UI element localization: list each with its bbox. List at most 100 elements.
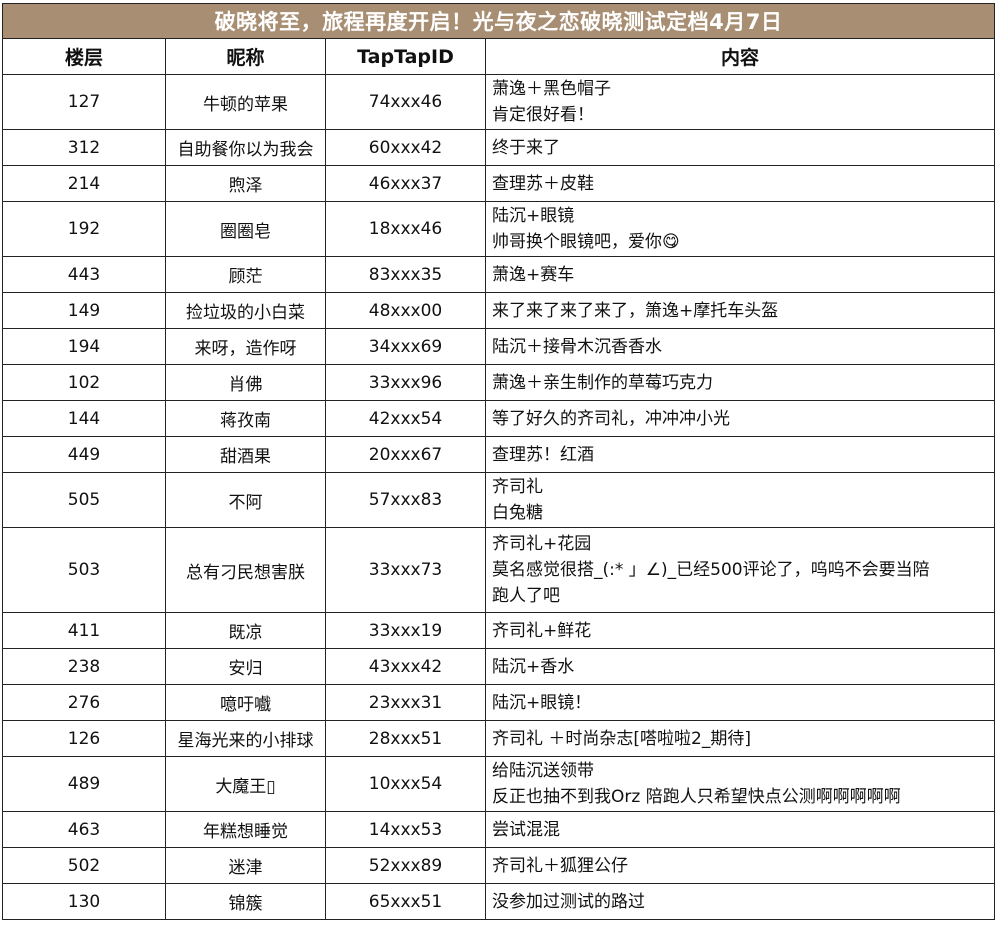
nickname-cell: 来呀，造作呀 bbox=[165, 328, 326, 365]
taptap-id-cell: 34xxx69 bbox=[325, 328, 486, 365]
nickname-cell: 大魔王▯ bbox=[165, 756, 326, 812]
content-line: 莫名感觉很搭_(:* 」∠)_已经500评论了，呜呜不会要当陪 bbox=[492, 560, 930, 580]
nickname-cell: 顾茫 bbox=[165, 256, 326, 293]
content-line: 终于来了 bbox=[492, 137, 560, 158]
content-line: 来了来了来了来了，箫逸+摩托车头盔 bbox=[492, 300, 779, 321]
content-line: 跑人了吧 bbox=[492, 586, 560, 606]
table-row: 449 甜酒果 20xxx67 查理苏！红酒 bbox=[2, 436, 995, 473]
nickname-cell: 迷津 bbox=[165, 847, 326, 884]
content-cell: 查理苏！红酒 bbox=[485, 436, 995, 473]
taptap-id-cell: 14xxx53 bbox=[325, 811, 486, 848]
nickname-cell: 蒋孜南 bbox=[165, 400, 326, 437]
table-row: 276 噫吁嚱 23xxx31 陆沉+眼镜！ bbox=[2, 684, 995, 721]
taptap-id-cell: 57xxx83 bbox=[325, 472, 486, 528]
taptap-id-cell: 83xxx35 bbox=[325, 256, 486, 293]
content-line: 没参加过测试的路过 bbox=[492, 891, 645, 912]
nickname-cell: 甜酒果 bbox=[165, 436, 326, 473]
content-line: 萧逸+赛车 bbox=[492, 264, 575, 285]
table-row: 463 年糕想睡觉 14xxx53 尝试混混 bbox=[2, 811, 995, 848]
content-line: 陆沉+眼镜 bbox=[492, 206, 575, 226]
content-cell: 给陆沉送领带 反正也抽不到我Orz 陪跑人只希望快点公测啊啊啊啊啊 bbox=[485, 756, 995, 812]
content-line: 查理苏＋皮鞋 bbox=[492, 173, 594, 194]
table-row: 149 捡垃圾的小白菜 48xxx00 来了来了来了来了，箫逸+摩托车头盔 bbox=[2, 292, 995, 329]
content-line: 陆沉＋接骨木沉香香水 bbox=[492, 336, 662, 357]
taptap-id-cell: 20xxx67 bbox=[325, 436, 486, 473]
nickname-cell: 牛顿的苹果 bbox=[165, 74, 326, 130]
nickname-cell: 安归 bbox=[165, 648, 326, 685]
content-cell: 尝试混混 bbox=[485, 811, 995, 848]
content-cell: 陆沉+眼镜帅哥换个眼镜吧，爱你😋 bbox=[485, 201, 995, 257]
floor-cell: 144 bbox=[2, 400, 166, 437]
table-row: 102 肖佛 33xxx96 萧逸＋亲生制作的草莓巧克力 bbox=[2, 364, 995, 401]
content-line: 给陆沉送领带 bbox=[492, 761, 594, 781]
content-line: 齐司礼＋狐狸公仔 bbox=[492, 855, 628, 876]
content-line: 齐司礼+花园 bbox=[492, 534, 592, 554]
floor-cell: 149 bbox=[2, 292, 166, 329]
table-row: 144 蒋孜南 42xxx54 等了好久的齐司礼，冲冲冲小光 bbox=[2, 400, 995, 437]
table-row: 503 总有刁民想害朕 33xxx73 齐司礼+花园 莫名感觉很搭_(:* 」∠)_已经… bbox=[2, 527, 995, 613]
nickname-cell: 星海光来的小排球 bbox=[165, 720, 326, 757]
content-cell: 齐司礼 白兔糖 bbox=[485, 472, 995, 528]
header-floor: 楼层 bbox=[2, 38, 166, 75]
content-cell: 齐司礼＋狐狸公仔 bbox=[485, 847, 995, 884]
floor-cell: 214 bbox=[2, 165, 166, 202]
taptap-id-cell: 33xxx73 bbox=[325, 527, 486, 613]
content-cell: 陆沉＋接骨木沉香香水 bbox=[485, 328, 995, 365]
floor-cell: 489 bbox=[2, 756, 166, 812]
table-row: 505 不阿 57xxx83 齐司礼 白兔糖 bbox=[2, 472, 995, 528]
floor-cell: 505 bbox=[2, 472, 166, 528]
table-row: 238 安归 43xxx42 陆沉+香水 bbox=[2, 648, 995, 685]
content-cell: 萧逸+赛车 bbox=[485, 256, 995, 293]
taptap-id-cell: 28xxx51 bbox=[325, 720, 486, 757]
content-cell: 等了好久的齐司礼，冲冲冲小光 bbox=[485, 400, 995, 437]
nickname-cell: 捡垃圾的小白菜 bbox=[165, 292, 326, 329]
content-line: 萧逸＋黑色帽子 bbox=[492, 79, 611, 99]
nickname-cell: 肖佛 bbox=[165, 364, 326, 401]
table-row: 502 迷津 52xxx89 齐司礼＋狐狸公仔 bbox=[2, 847, 995, 884]
floor-cell: 443 bbox=[2, 256, 166, 293]
content-cell: 终于来了 bbox=[485, 129, 995, 166]
nickname-cell: 年糕想睡觉 bbox=[165, 811, 326, 848]
floor-cell: 126 bbox=[2, 720, 166, 757]
floor-cell: 192 bbox=[2, 201, 166, 257]
content-cell: 陆沉+眼镜！ bbox=[485, 684, 995, 721]
content-line: 肯定很好看！ bbox=[492, 105, 594, 125]
content-line: 白兔糖 bbox=[492, 503, 543, 523]
table-row: 489 大魔王▯ 10xxx54 给陆沉送领带 反正也抽不到我Orz 陪跑人只希望快点公… bbox=[2, 756, 995, 812]
floor-cell: 276 bbox=[2, 684, 166, 721]
nickname-cell: 总有刁民想害朕 bbox=[165, 527, 326, 613]
taptap-id-cell: 33xxx96 bbox=[325, 364, 486, 401]
taptap-id-cell: 46xxx37 bbox=[325, 165, 486, 202]
table-row: 194 来呀，造作呀 34xxx69 陆沉＋接骨木沉香香水 bbox=[2, 328, 995, 365]
content-line: 齐司礼 ＋时尚杂志[嗒啦啦2_期待] bbox=[492, 728, 751, 749]
floor-cell: 312 bbox=[2, 129, 166, 166]
nickname-cell: 自助餐你以为我会 bbox=[165, 129, 326, 166]
floor-cell: 502 bbox=[2, 847, 166, 884]
header-nickname: 昵称 bbox=[165, 38, 326, 75]
taptap-id-cell: 18xxx46 bbox=[325, 201, 486, 257]
nickname-cell: 煦泽 bbox=[165, 165, 326, 202]
table-row: 443 顾茫 83xxx35 萧逸+赛车 bbox=[2, 256, 995, 293]
content-line: 陆沉+眼镜！ bbox=[492, 692, 592, 713]
floor-cell: 194 bbox=[2, 328, 166, 365]
content-cell: 齐司礼 ＋时尚杂志[嗒啦啦2_期待] bbox=[485, 720, 995, 757]
content-line: 帅哥换个眼镜吧，爱你😋 bbox=[492, 232, 680, 252]
comment-table: 破晓将至，旅程再度开启！光与夜之恋破晓测试定档4月7日 楼层 昵称 TapTap… bbox=[2, 3, 995, 920]
floor-cell: 411 bbox=[2, 612, 166, 649]
nickname-cell: 不阿 bbox=[165, 472, 326, 528]
content-cell: 萧逸＋亲生制作的草莓巧克力 bbox=[485, 364, 995, 401]
floor-cell: 238 bbox=[2, 648, 166, 685]
taptap-id-cell: 43xxx42 bbox=[325, 648, 486, 685]
taptap-id-cell: 65xxx51 bbox=[325, 883, 486, 920]
nickname-cell: 既凉 bbox=[165, 612, 326, 649]
header-taptap-id: TapTapID bbox=[325, 38, 486, 75]
content-line: 等了好久的齐司礼，冲冲冲小光 bbox=[492, 408, 730, 429]
floor-cell: 127 bbox=[2, 74, 166, 130]
table-row: 192 圈圈皂 18xxx46 陆沉+眼镜 帅哥换个眼镜吧，爱你😋 bbox=[2, 201, 995, 257]
table-row: 130 锦簇 65xxx51 没参加过测试的路过 bbox=[2, 883, 995, 920]
taptap-id-cell: 60xxx42 bbox=[325, 129, 486, 166]
content-cell: 萧逸＋黑色帽子 肯定很好看！ bbox=[485, 74, 995, 130]
taptap-id-cell: 74xxx46 bbox=[325, 74, 486, 130]
header-content: 内容 bbox=[485, 38, 995, 75]
taptap-id-cell: 23xxx31 bbox=[325, 684, 486, 721]
